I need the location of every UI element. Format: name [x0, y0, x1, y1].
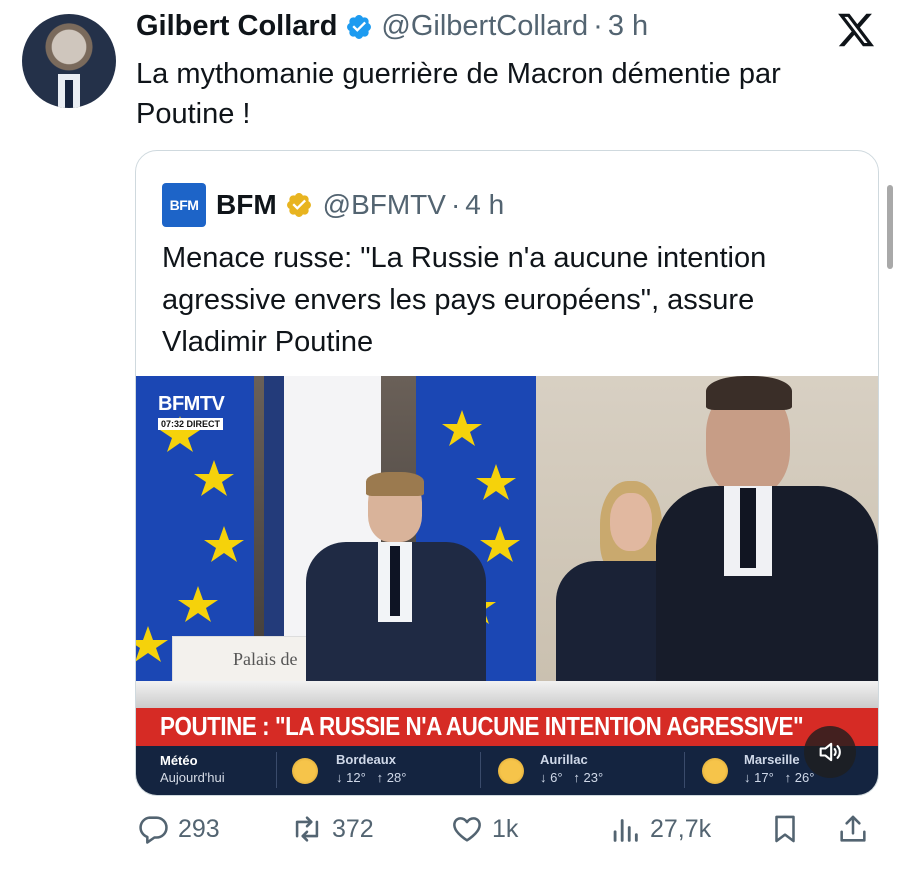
weather-city-temps: ↓ 12° ↑ 28° — [336, 770, 406, 785]
palais-sign-text: Palais de — [233, 649, 298, 669]
quoted-tweet-header: BFM BFM @BFMTV · 4 h — [162, 183, 504, 227]
author-avatar[interactable] — [22, 14, 116, 108]
reply-button[interactable]: 293 — [136, 812, 220, 846]
sun-icon — [702, 758, 728, 784]
quoted-tweet-card[interactable]: BFM BFM @BFMTV · 4 h Menace russe: "La R… — [135, 150, 879, 796]
quoted-author-name[interactable]: BFM — [216, 189, 277, 221]
weather-label: Météo — [160, 753, 198, 768]
weather-high-temp: ↑ 28° — [376, 770, 407, 785]
like-button[interactable]: 1k — [450, 812, 518, 846]
weather-low-temp: ↓ 12° — [336, 770, 366, 785]
avatar-tie — [65, 80, 73, 108]
news-desk — [136, 681, 878, 711]
reply-count: 293 — [178, 814, 220, 843]
views-count: 27,7k — [650, 814, 712, 843]
palais-sign: Palais de — [172, 636, 322, 686]
tweet-time[interactable]: 3 h — [608, 10, 648, 43]
bookmark-button[interactable] — [768, 812, 802, 846]
bfmtv-bug-time: 07:32 DIRECT — [158, 418, 224, 430]
quoted-separator-dot: · — [450, 189, 461, 220]
weather-city-name: Aurillac — [540, 752, 588, 767]
tweet-header: Gilbert Collard @GilbertCollard · 3 h — [136, 10, 648, 43]
bookmark-icon — [775, 815, 795, 843]
weather-city-temps: ↓ 17° ↑ 26° — [744, 770, 814, 785]
sun-icon — [498, 758, 524, 784]
share-button[interactable] — [836, 812, 870, 846]
quoted-author-handle[interactable]: @BFMTV — [323, 189, 446, 221]
author-handle[interactable]: @GilbertCollard — [381, 10, 588, 43]
repost-icon — [295, 816, 319, 842]
bfmtv-channel-bug: BFMTV 07:32 DIRECT — [158, 393, 225, 432]
weather-low-temp: ↓ 6° — [540, 770, 563, 785]
french-flag-blue — [264, 376, 284, 676]
bfmtv-bug-text: BFMTV — [158, 393, 225, 415]
weather-strip: Météo Aujourd'hui Bordeaux ↓ 12° ↑ 28° A… — [136, 746, 878, 795]
views-button[interactable]: 27,7k — [608, 812, 711, 846]
reply-icon — [139, 816, 168, 844]
views-bar-chart-icon — [613, 819, 638, 842]
weather-divider — [480, 752, 481, 788]
background-portrait — [656, 376, 878, 686]
weather-city-temps: ↓ 6° ↑ 23° — [540, 770, 603, 785]
repost-button[interactable]: 372 — [290, 812, 374, 846]
weather-high-temp: ↑ 26° — [784, 770, 815, 785]
weather-low-temp: ↓ 17° — [744, 770, 774, 785]
repost-count: 372 — [332, 814, 374, 843]
news-banner-text: POUTINE : "LA RUSSIE N'A AUCUNE INTENTIO… — [160, 711, 804, 741]
author-name[interactable]: Gilbert Collard — [136, 10, 337, 43]
heart-icon — [453, 817, 481, 842]
weather-sublabel: Aujourd'hui — [160, 770, 225, 785]
verified-badge-icon — [347, 14, 372, 39]
weather-divider — [684, 752, 685, 788]
quoted-tweet-time[interactable]: 4 h — [465, 189, 504, 221]
news-banner: POUTINE : "LA RUSSIE N'A AUCUNE INTENTIO… — [136, 708, 878, 746]
tweet-action-bar: 293 372 1k 27,7k — [0, 806, 900, 856]
tweet-text: La mythomanie guerrière de Macron dément… — [136, 58, 781, 130]
sound-toggle-button[interactable] — [804, 726, 856, 778]
scrollbar-thumb[interactable] — [887, 185, 893, 269]
sun-icon — [292, 758, 318, 784]
weather-city-name: Bordeaux — [336, 752, 396, 767]
gold-verified-badge-icon — [286, 193, 311, 217]
video-player[interactable]: Palais de BFMTV 07:32 DIRECT POUTINE: "… — [136, 376, 878, 795]
presenter-man — [306, 472, 486, 686]
separator-dot: · — [593, 10, 603, 42]
weather-city-name: Marseille — [744, 752, 800, 767]
x-logo-icon[interactable] — [836, 10, 876, 50]
weather-high-temp: ↑ 23° — [573, 770, 604, 785]
share-icon — [840, 815, 866, 842]
bfm-logo-avatar[interactable]: BFM — [162, 183, 206, 227]
like-count: 1k — [492, 814, 519, 843]
speaker-icon — [819, 742, 841, 762]
quoted-tweet-text: Menace russe: "La Russie n'a aucune inte… — [162, 242, 767, 358]
weather-divider — [276, 752, 277, 788]
